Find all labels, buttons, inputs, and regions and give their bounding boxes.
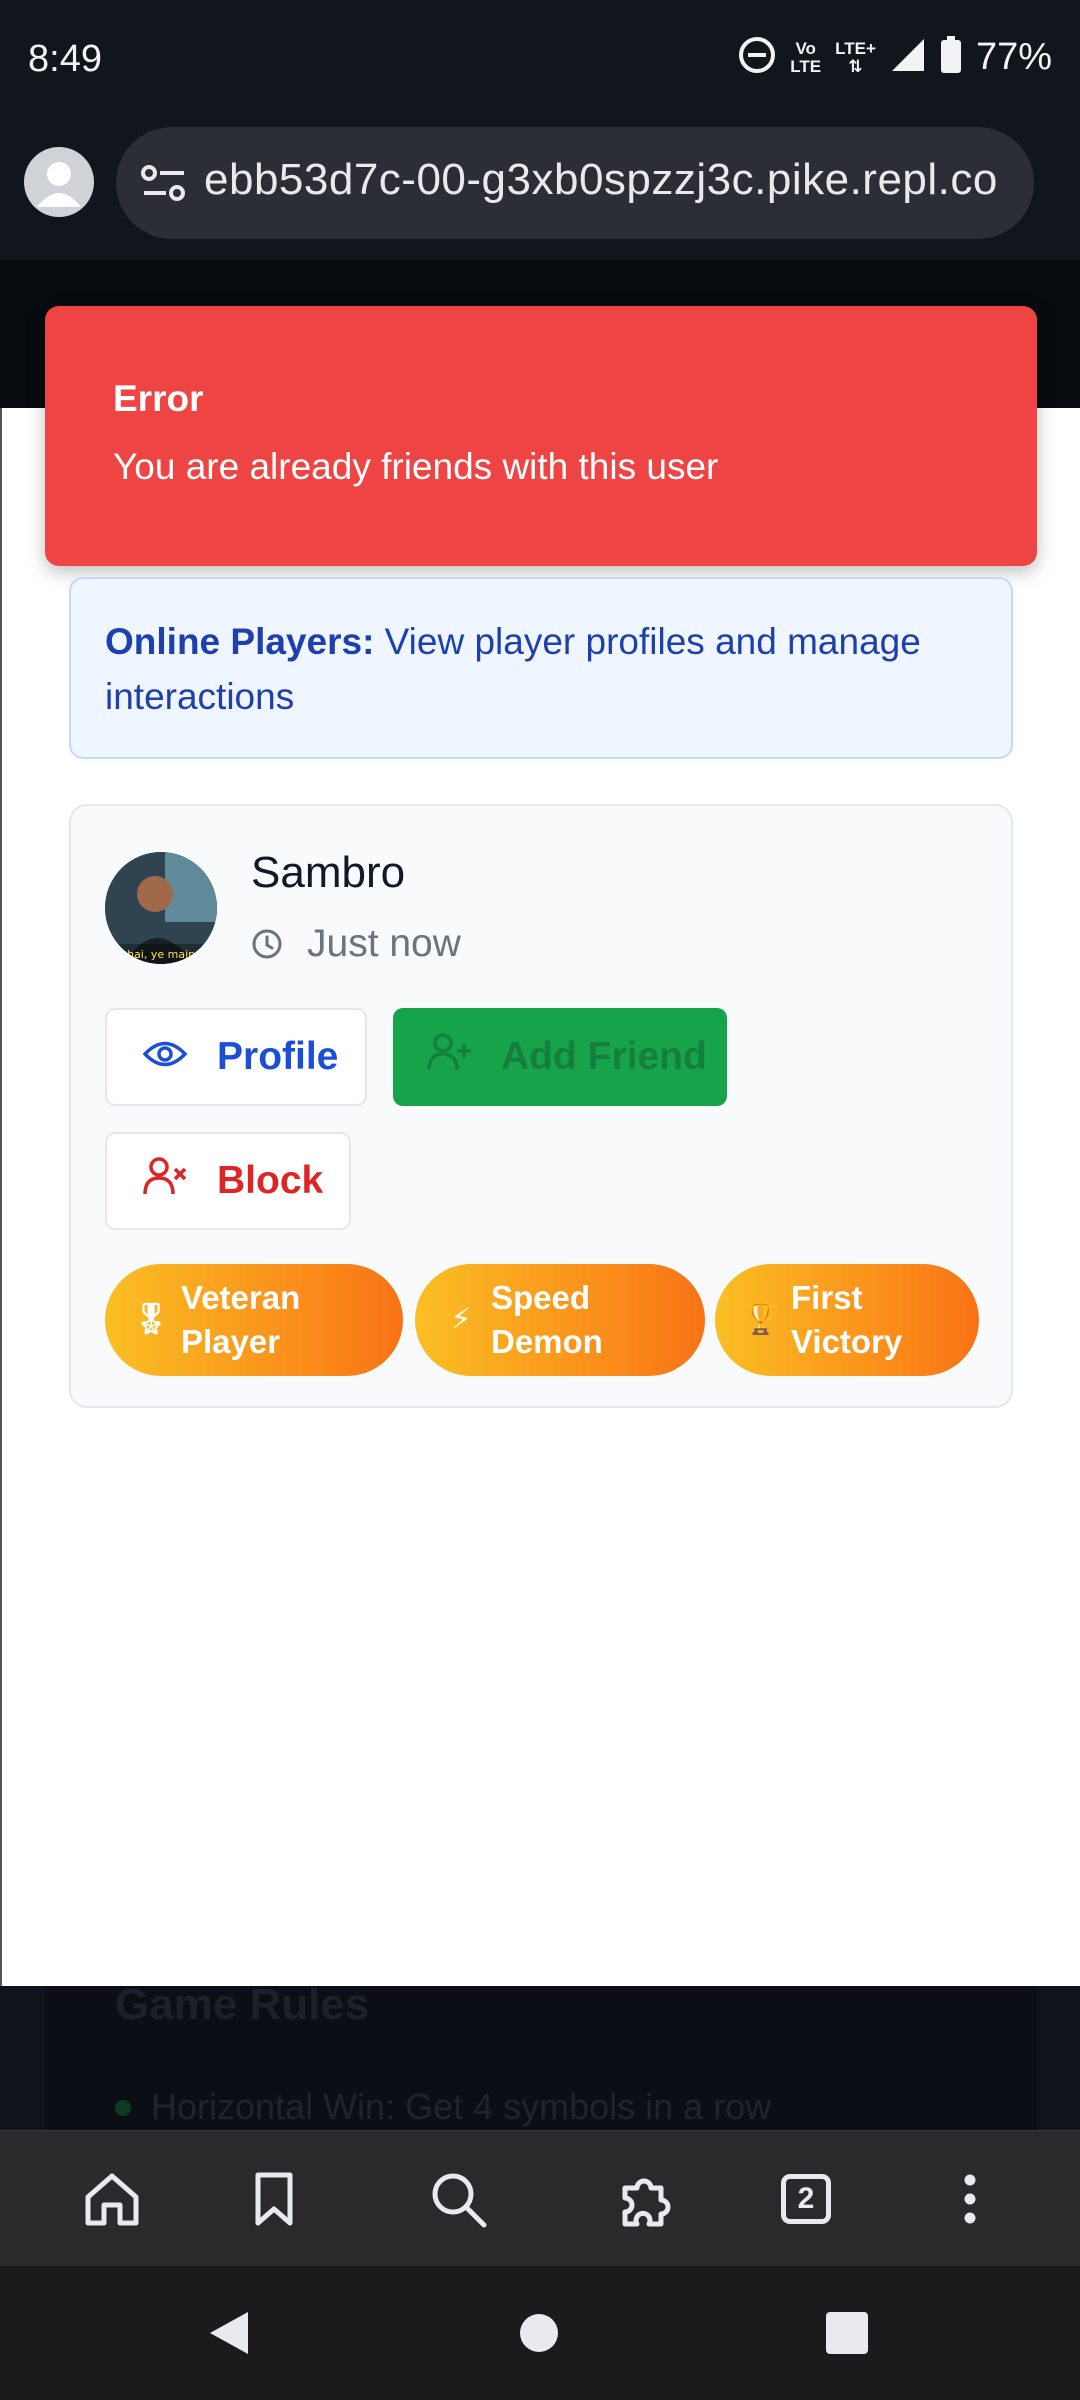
battery-icon	[940, 36, 962, 79]
game-rules-title: Game Rules	[115, 1980, 370, 2029]
url-text[interactable]: ebb53d7c-00-g3xb0spzzj3c.pike.repl.co	[204, 155, 1014, 205]
search-icon[interactable]	[420, 2161, 496, 2237]
player-name: Sambro	[251, 848, 406, 897]
lte-plus-icon: LTE+ ⇅	[835, 38, 876, 76]
player-avatar[interactable]: bhai, ye maine	[105, 852, 217, 964]
last-seen: Just now	[307, 922, 461, 965]
user-plus-icon	[427, 1032, 471, 1082]
do-not-disturb-icon	[738, 36, 776, 79]
banner-label: Online Players:	[105, 621, 375, 662]
user-x-icon	[143, 1156, 187, 1206]
toast-title: Error	[113, 378, 204, 419]
add-friend-label: Add Friend	[501, 1035, 707, 1078]
online-players-banner: Online Players: View player profiles and…	[69, 577, 1013, 759]
player-card: bhai, ye maine Sambro Just now Profile A…	[69, 804, 1013, 1408]
eye-icon	[142, 1035, 188, 1079]
rule-item: Horizontal Win: Get 4 symbols in a row	[151, 2086, 772, 2127]
site-settings-icon[interactable]	[140, 163, 188, 208]
url-field[interactable]: ebb53d7c-00-g3xb0spzzj3c.pike.repl.co	[116, 127, 1034, 239]
home-icon[interactable]	[74, 2161, 150, 2237]
extensions-icon[interactable]	[608, 2161, 684, 2237]
volte-icon: Vo LTE	[790, 38, 822, 76]
add-friend-button[interactable]: Add Friend	[393, 1008, 727, 1106]
more-menu-icon[interactable]	[932, 2161, 1008, 2237]
bullet-icon	[115, 2100, 131, 2116]
badge-speed-demon: ⚡ Speed Demon	[415, 1264, 705, 1376]
lightning-icon: ⚡	[450, 1303, 472, 1336]
browser-toolbar: 2	[0, 2130, 1080, 2266]
trophy-icon: 🏆	[742, 1303, 780, 1336]
tab-count: 2	[781, 2174, 831, 2224]
game-rules-section: Game Rules Horizontal Win: Get 4 symbols…	[45, 1980, 1037, 2130]
badge-label: First Victory	[791, 1279, 903, 1360]
home-nav-icon[interactable]	[508, 2302, 570, 2364]
avatar-caption: bhai, ye maine	[120, 948, 202, 961]
status-bar: 8:49 Vo LTE LTE+ ⇅ 77%	[0, 0, 1080, 125]
status-icons: Vo LTE LTE+ ⇅ 77%	[738, 36, 1052, 79]
profile-button[interactable]: Profile	[105, 1008, 367, 1106]
error-toast[interactable]: Error You are already friends with this …	[45, 306, 1037, 566]
block-button[interactable]: Block	[105, 1132, 351, 1230]
signal-icon	[890, 37, 926, 78]
browser-address-bar: ebb53d7c-00-g3xb0spzzj3c.pike.repl.co	[0, 125, 1080, 260]
bookmark-icon[interactable]	[236, 2161, 312, 2237]
toast-message: You are already friends with this user	[113, 446, 719, 487]
account-avatar-icon[interactable]	[24, 147, 94, 217]
back-icon[interactable]	[198, 2302, 260, 2364]
battery-percent: 77%	[975, 36, 1052, 78]
profile-label: Profile	[217, 1035, 339, 1078]
tabs-button[interactable]: 2	[768, 2161, 844, 2237]
badge-label: Speed Demon	[491, 1279, 603, 1360]
medal-icon: 🎖	[131, 1303, 171, 1336]
badge-veteran-player: 🎖 Veteran Player	[105, 1264, 403, 1376]
clock-icon	[251, 928, 283, 965]
status-time: 8:49	[28, 38, 102, 80]
recents-icon[interactable]	[816, 2302, 878, 2364]
system-navigation-bar	[0, 2266, 1080, 2400]
block-label: Block	[217, 1159, 324, 1202]
badge-first-victory: 🏆 First Victory	[715, 1264, 979, 1376]
badge-label: Veteran Player	[181, 1279, 301, 1360]
